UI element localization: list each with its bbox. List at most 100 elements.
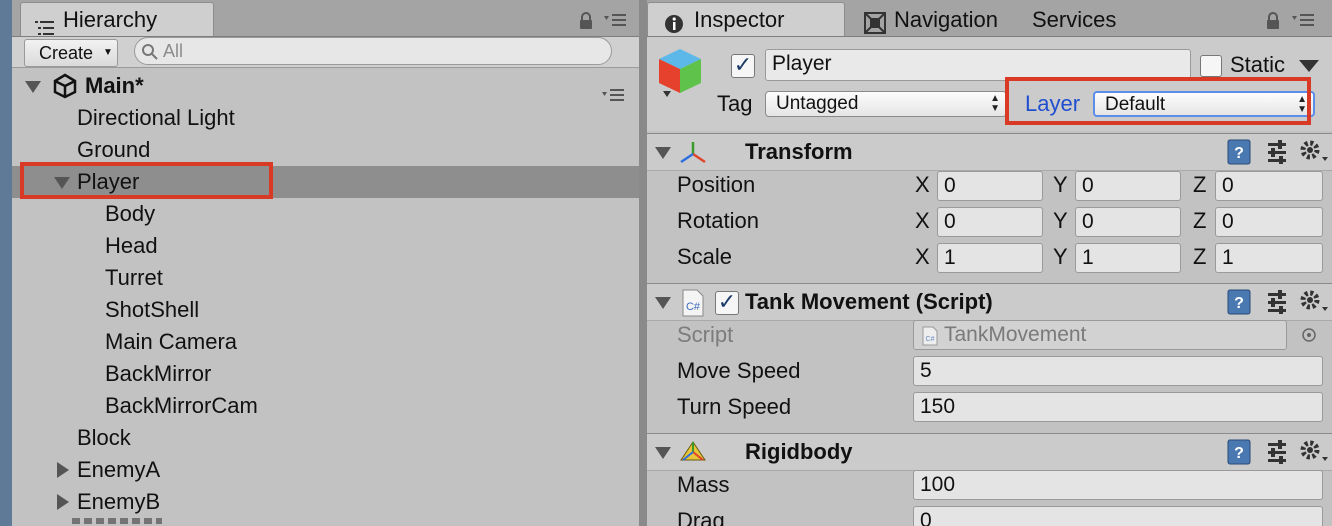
rotation-y-field[interactable]: 0 [1075, 207, 1181, 237]
turn-speed-field[interactable]: 150 [913, 392, 1323, 422]
mass-field[interactable]: 100 [913, 470, 1323, 500]
preset-sliders-icon[interactable] [1265, 440, 1289, 464]
gear-icon[interactable] [1299, 289, 1328, 313]
script-enabled-checkbox[interactable]: ✓ [715, 291, 739, 315]
position-y-value: 0 [1082, 174, 1094, 197]
gear-icon[interactable] [1299, 439, 1328, 463]
turn-speed-value: 150 [920, 395, 956, 418]
tab-inspector[interactable]: Inspector [647, 2, 845, 36]
axis-x-label: X [915, 208, 930, 233]
lock-icon[interactable] [1265, 12, 1281, 35]
hierarchy-item-shotshell[interactable]: ShotShell [12, 294, 639, 326]
panel-menu-icon[interactable] [1292, 12, 1316, 33]
create-button[interactable]: Create ▼ [24, 39, 118, 67]
rotation-z-field[interactable]: 0 [1215, 207, 1323, 237]
object-picker-icon[interactable] [1301, 327, 1317, 348]
scale-z-value: 1 [1222, 246, 1234, 269]
hierarchy-item-label: ShotShell [105, 297, 200, 322]
drag-value: 0 [920, 509, 932, 526]
scale-z-field[interactable]: 1 [1215, 243, 1323, 273]
rotation-x-field[interactable]: 0 [937, 207, 1043, 237]
script-field[interactable]: C# TankMovement [913, 320, 1287, 350]
preset-sliders-icon[interactable] [1265, 290, 1289, 314]
foldout-closed-icon[interactable] [57, 494, 69, 510]
scale-x-field[interactable]: 1 [937, 243, 1043, 273]
rotation-y-value: 0 [1082, 210, 1094, 233]
position-label: Position [677, 172, 756, 197]
object-name-value: Player [772, 52, 832, 75]
hierarchy-item-backmirror[interactable]: BackMirror [12, 358, 639, 390]
hierarchy-item-directional-light[interactable]: Directional Light [12, 102, 639, 134]
script-label: Script [677, 322, 734, 347]
position-x-field[interactable]: 0 [937, 171, 1043, 201]
foldout-open-icon[interactable] [25, 81, 41, 93]
hierarchy-item-label: EnemyA [77, 457, 161, 482]
position-z-field[interactable]: 0 [1215, 171, 1323, 201]
hierarchy-item-label: BackMirrorCam [105, 393, 258, 418]
hierarchy-item-block[interactable]: Block [12, 422, 639, 454]
svg-text:C#: C# [686, 301, 701, 313]
gameobject-cube-icon[interactable] [657, 47, 703, 104]
hierarchy-item-enemya[interactable]: EnemyA [12, 454, 639, 486]
rigidbody-title: Rigidbody [745, 439, 853, 464]
foldout-open-icon[interactable] [655, 297, 671, 309]
create-button-label: Create [39, 43, 94, 63]
static-dropdown-icon[interactable] [1299, 59, 1319, 77]
move-speed-value: 5 [920, 359, 932, 382]
transform-axes-icon [679, 140, 707, 169]
hierarchy-item-label: Head [105, 233, 158, 258]
scene-row-main[interactable]: Main* [12, 70, 639, 102]
tab-services[interactable]: Services [1027, 2, 1169, 36]
rigidbody-body: Mass 100 Drag 0 [647, 470, 1332, 526]
hierarchy-toolbar: Create ▼ All [12, 37, 639, 68]
gear-icon[interactable] [1299, 139, 1328, 163]
hierarchy-item-turret[interactable]: Turret [12, 262, 639, 294]
rigidbody-header[interactable]: Rigidbody ? [647, 433, 1332, 471]
hierarchy-item-backmirrorcam[interactable]: BackMirrorCam [12, 390, 639, 422]
foldout-closed-icon[interactable] [57, 462, 69, 478]
svg-text:?: ? [1234, 445, 1244, 462]
axis-z-label: Z [1193, 244, 1207, 269]
foldout-open-icon[interactable] [655, 447, 671, 459]
scale-y-field[interactable]: 1 [1075, 243, 1181, 273]
help-icon[interactable]: ? [1227, 289, 1251, 315]
scale-y-value: 1 [1082, 246, 1094, 269]
panel-divider[interactable] [639, 0, 647, 526]
svg-text:?: ? [1234, 295, 1244, 312]
axis-x-label: X [915, 172, 930, 197]
csharp-script-icon: C# [681, 289, 705, 322]
lock-icon[interactable] [578, 12, 594, 35]
tank-movement-body: Script C# TankMovement Move Speed 5 Turn… [647, 320, 1332, 430]
hierarchy-item-body[interactable]: Body [12, 198, 639, 230]
layer-highlight-box [1005, 77, 1311, 125]
hierarchy-item-enemyb[interactable]: EnemyB [12, 486, 639, 518]
position-y-field[interactable]: 0 [1075, 171, 1181, 201]
tank-movement-title: Tank Movement (Script) [745, 289, 993, 314]
panel-menu-icon[interactable] [604, 12, 628, 33]
hierarchy-tabbar: Hierarchy [12, 0, 639, 37]
tag-label: Tag [717, 91, 753, 116]
position-z-value: 0 [1222, 174, 1234, 197]
tab-hierarchy[interactable]: Hierarchy [20, 2, 214, 36]
transform-body: Position X 0 Y 0 Z 0 Rotation X 0 Y 0 Z … [647, 170, 1332, 280]
drag-field[interactable]: 0 [913, 506, 1323, 526]
foldout-open-icon[interactable] [655, 147, 671, 159]
help-icon[interactable]: ? [1227, 139, 1251, 165]
tag-dropdown[interactable]: Untagged ▲ ▼ [765, 91, 1007, 117]
search-input[interactable]: All [134, 37, 612, 65]
hierarchy-item-main-camera[interactable]: Main Camera [12, 326, 639, 358]
hierarchy-item-head[interactable]: Head [12, 230, 639, 262]
tag-value: Untagged [776, 93, 859, 114]
help-icon[interactable]: ? [1227, 439, 1251, 465]
move-speed-field[interactable]: 5 [913, 356, 1323, 386]
active-checkbox[interactable]: ✓ [731, 54, 755, 78]
tank-movement-header[interactable]: C# ✓ Tank Movement (Script) ? [647, 283, 1332, 321]
scale-x-value: 1 [944, 246, 956, 269]
transform-title: Transform [745, 139, 853, 164]
transform-header[interactable]: Transform ? [647, 133, 1332, 171]
tab-navigation[interactable]: Navigation [859, 2, 1041, 36]
preset-sliders-icon[interactable] [1265, 140, 1289, 164]
rotation-x-value: 0 [944, 210, 956, 233]
static-checkbox[interactable] [1200, 55, 1222, 77]
scene-view-edge [0, 0, 12, 526]
